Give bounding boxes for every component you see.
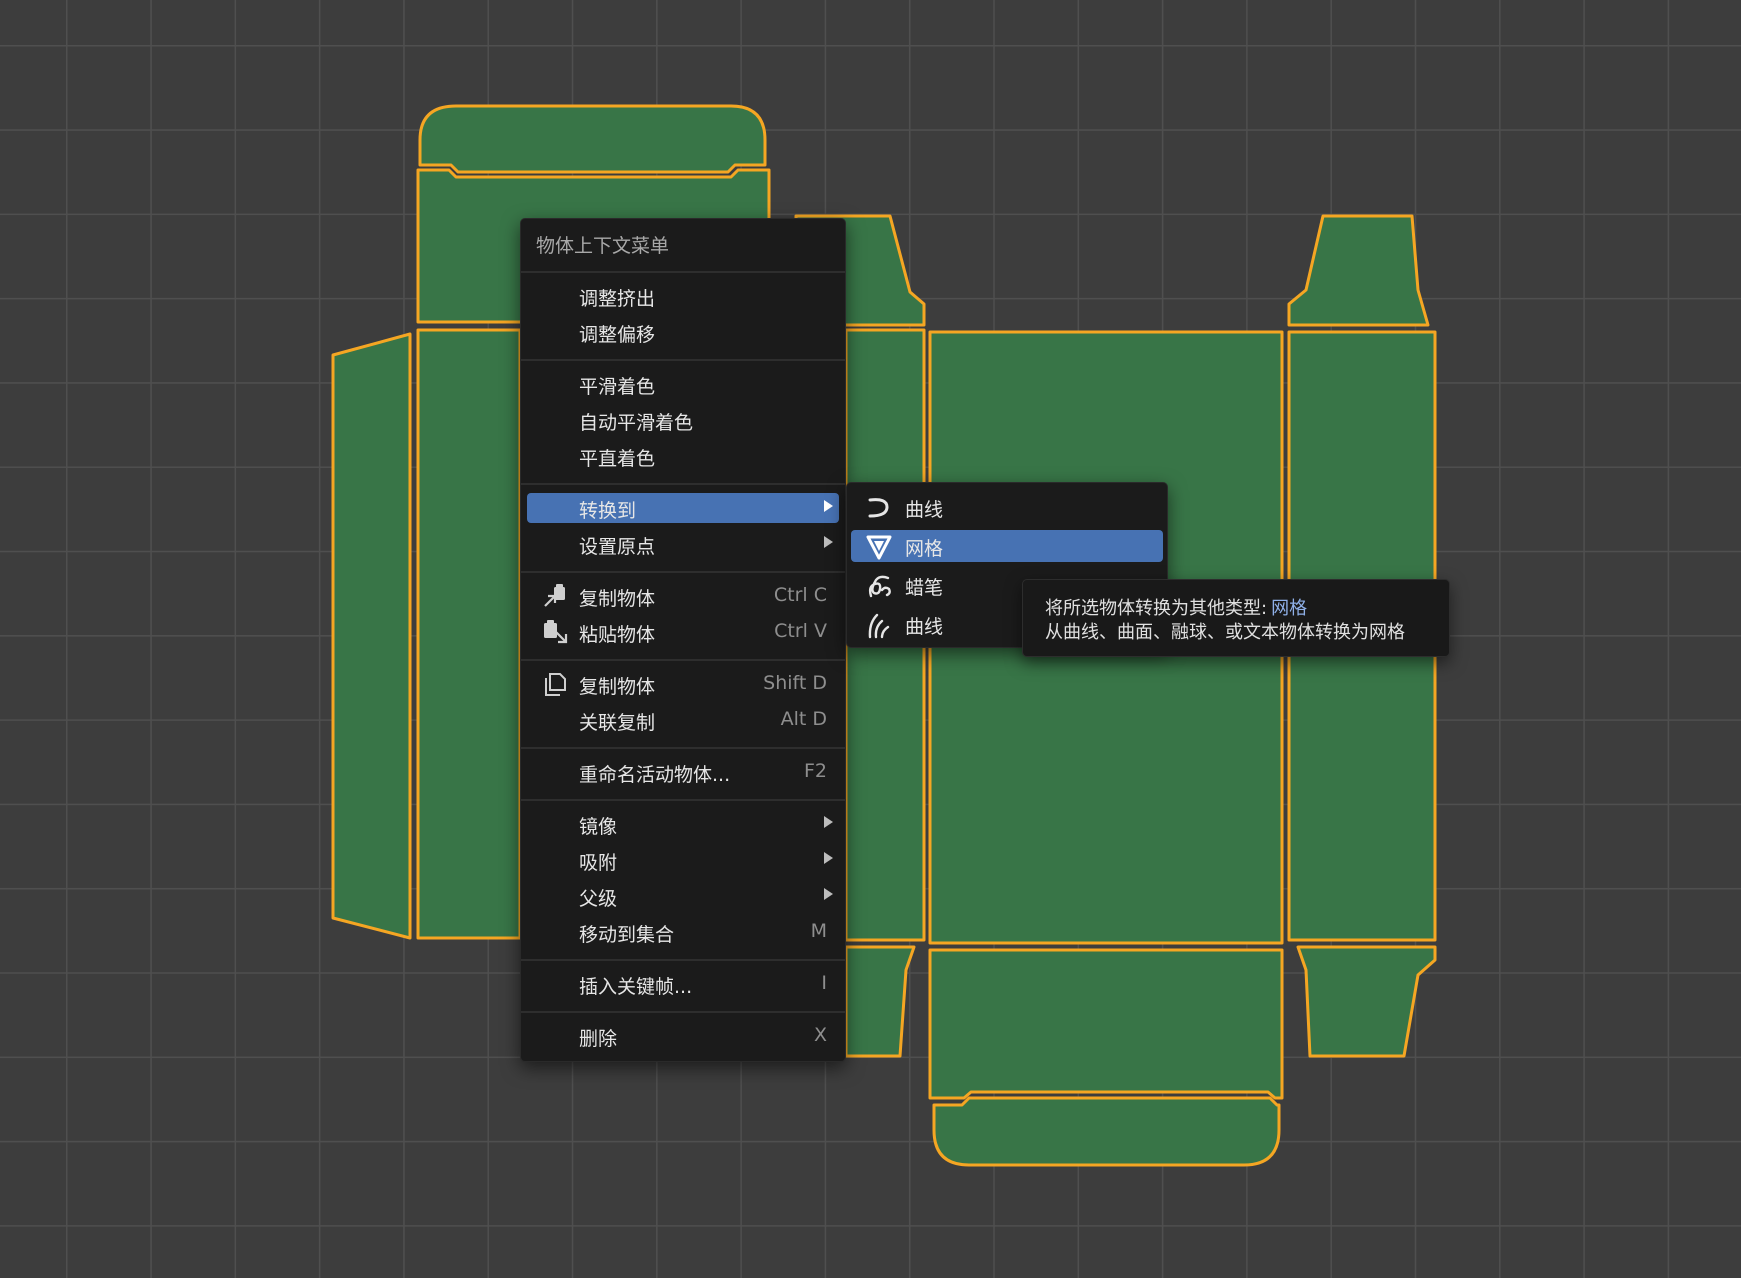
submenu-arrow-icon — [824, 500, 833, 512]
menu-item-label: 关联复制 — [579, 712, 656, 734]
panel-top-tuck-flap — [418, 104, 767, 174]
menu-item-label: 平直着色 — [579, 448, 656, 470]
menu-item-shortcut: Ctrl V — [774, 620, 827, 642]
menu-item-copy-objects[interactable]: 复制物体 Ctrl C — [527, 581, 839, 611]
menu-item-shortcut: Ctrl C — [773, 584, 827, 606]
convert-to-mesh-tooltip: 将所选物体转换为其他类型: 网格 从曲线、曲面、融球、或文本物体转换为网格 — [1022, 579, 1450, 657]
menu-item-insert-keyframe[interactable]: 插入关键帧... I — [527, 969, 839, 999]
menu-item-snap[interactable]: 吸附 — [527, 845, 839, 875]
menu-separator — [521, 571, 845, 573]
tooltip-target-type: 网格 — [1271, 598, 1308, 619]
menu-item-shortcut: Shift D — [763, 672, 827, 694]
menu-item-shortcut: Alt D — [780, 708, 827, 730]
menu-item-label: 设置原点 — [579, 536, 656, 558]
menu-item-label: 吸附 — [579, 852, 618, 874]
menu-item-label: 平滑着色 — [579, 376, 656, 398]
menu-item-shade-auto-smooth[interactable]: 自动平滑着色 — [527, 405, 839, 435]
submenu-arrow-icon — [824, 816, 833, 828]
menu-item-label: 自动平滑着色 — [579, 412, 694, 434]
menu-item-label: 复制物体 — [579, 676, 656, 698]
menu-item-shortcut: I — [821, 972, 827, 994]
menu-item-set-origin[interactable]: 设置原点 — [527, 529, 839, 559]
panel-dust-flap-bottom-left — [844, 945, 916, 1058]
copy-to-buffer-icon — [544, 584, 565, 607]
mesh-icon — [866, 535, 892, 560]
menu-item-label: 复制物体 — [579, 588, 656, 610]
submenu-arrow-icon — [824, 888, 833, 900]
menu-item-adjust-offset[interactable]: 调整偏移 — [527, 317, 839, 347]
submenu-arrow-icon — [824, 852, 833, 864]
grease-pencil-icon — [868, 575, 891, 598]
duplicate-icon — [545, 673, 566, 696]
menu-item-mirror[interactable]: 镜像 — [527, 809, 839, 839]
menu-separator — [521, 271, 845, 273]
curve-icon — [868, 498, 889, 518]
curves-hair-icon — [868, 613, 890, 639]
tooltip-description: 将所选物体转换为其他类型: 网格 — [1045, 594, 1307, 620]
menu-item-shade-flat[interactable]: 平直着色 — [527, 441, 839, 471]
menu-item-shortcut: F2 — [803, 760, 827, 782]
menu-item-convert-to[interactable]: 转换到 — [527, 493, 839, 523]
submenu-arrow-icon — [824, 536, 833, 548]
panel-bottom-closure — [928, 948, 1284, 1100]
menu-separator — [521, 483, 845, 485]
menu-item-label: 删除 — [579, 1028, 618, 1050]
menu-item-label: 调整偏移 — [579, 324, 656, 346]
submenu-item-curve[interactable]: 曲线 — [851, 491, 1163, 523]
menu-separator — [521, 359, 845, 361]
menu-item-parent[interactable]: 父级 — [527, 881, 839, 911]
submenu-item-label: 蜡笔 — [905, 577, 944, 599]
menu-title: 物体上下文菜单 — [536, 235, 670, 257]
tooltip-detail: 从曲线、曲面、融球、或文本物体转换为网格 — [1045, 622, 1405, 643]
menu-item-adjust-extrusion[interactable]: 调整挤出 — [527, 281, 839, 311]
menu-item-label: 移动到集合 — [579, 924, 675, 946]
menu-item-shortcut: X — [813, 1024, 827, 1046]
submenu-item-mesh[interactable]: 网格 — [851, 530, 1163, 562]
panel-back — [416, 328, 522, 940]
tooltip-prefix: 将所选物体转换为其他类型: — [1045, 598, 1268, 619]
panel-dust-flap-bottom-right — [1296, 945, 1437, 1058]
menu-separator — [521, 747, 845, 749]
menu-item-label: 调整挤出 — [579, 288, 656, 310]
menu-item-delete[interactable]: 删除 X — [527, 1021, 839, 1051]
menu-item-label: 插入关键帧... — [579, 976, 693, 998]
panel-dust-flap-top-right — [1287, 214, 1430, 327]
menu-separator — [521, 659, 845, 661]
menu-item-paste-objects[interactable]: 粘贴物体 Ctrl V — [527, 617, 839, 647]
menu-separator — [521, 1011, 845, 1013]
menu-separator — [521, 959, 845, 961]
menu-item-label: 重命名活动物体... — [579, 764, 731, 786]
menu-item-shortcut: M — [810, 920, 827, 942]
menu-item-label: 转换到 — [579, 500, 637, 522]
menu-item-label: 镜像 — [579, 816, 618, 838]
menu-item-duplicate-objects[interactable]: 复制物体 Shift D — [527, 669, 839, 699]
menu-item-duplicate-linked[interactable]: 关联复制 Alt D — [527, 705, 839, 735]
submenu-item-label: 曲线 — [905, 616, 944, 638]
panel-glue-flap — [331, 332, 412, 940]
menu-item-label: 父级 — [579, 888, 618, 910]
object-context-menu: 物体上下文菜单 调整挤出 调整偏移 平滑着色 自动平滑着色 平直着色 转换到 设… — [520, 218, 846, 1062]
menu-item-rename-active-object[interactable]: 重命名活动物体... F2 — [527, 757, 839, 787]
menu-item-label: 粘贴物体 — [579, 624, 656, 646]
submenu-item-label: 曲线 — [905, 499, 944, 521]
panel-bottom-tuck-flap — [932, 1096, 1281, 1167]
menu-item-shade-smooth[interactable]: 平滑着色 — [527, 369, 839, 399]
menu-item-move-to-collection[interactable]: 移动到集合 M — [527, 917, 839, 947]
submenu-item-label: 网格 — [905, 538, 944, 560]
menu-separator — [521, 799, 845, 801]
paste-from-buffer-icon — [544, 620, 568, 644]
